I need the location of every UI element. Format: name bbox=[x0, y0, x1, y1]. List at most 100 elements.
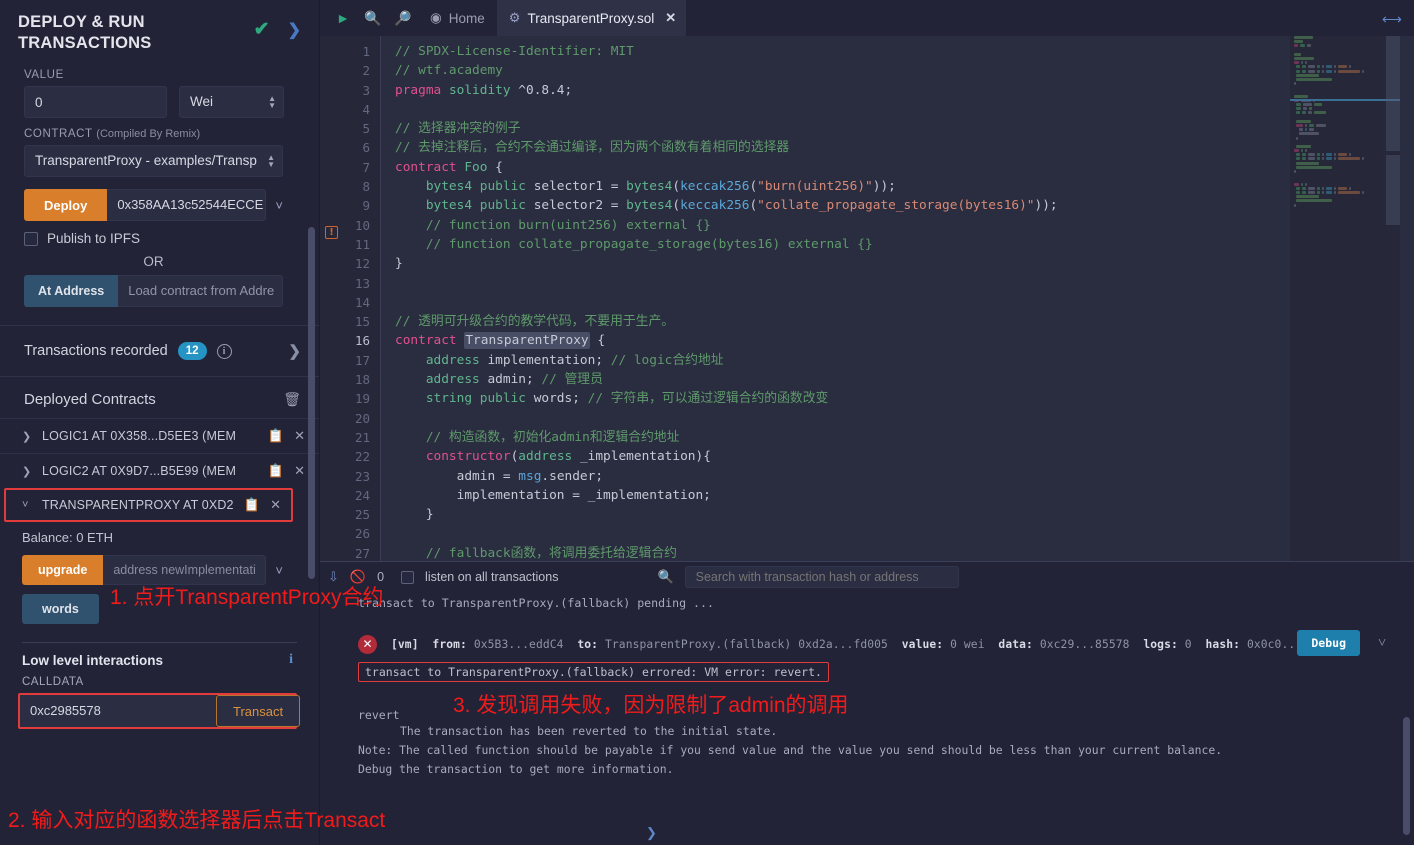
deployed-contract-item[interactable]: ❯ LOGIC1 AT 0X358...D5EE3 (MEM 📋 ✕ bbox=[0, 418, 319, 453]
upgrade-input[interactable]: address newImplementati bbox=[103, 555, 267, 586]
deployed-contracts-title: Deployed Contracts bbox=[24, 391, 156, 409]
chevron-double-down-icon[interactable]: ⇩ bbox=[328, 569, 339, 585]
minimap-line bbox=[1294, 44, 1400, 48]
code-line[interactable]: // wtf.academy bbox=[395, 61, 1414, 80]
chevron-right-icon[interactable]: ❯ bbox=[646, 825, 657, 841]
value-input[interactable] bbox=[24, 86, 167, 119]
publish-ipfs-row[interactable]: Publish to IPFS bbox=[0, 221, 319, 246]
transactions-recorded-row[interactable]: Transactions recorded 12 i ❯ bbox=[0, 326, 319, 378]
contract-select[interactable]: TransparentProxy - examples/Transp ▲ ▼ bbox=[24, 145, 283, 178]
main-area: ► 🔍 🔎 ◉ Home ⚙ TransparentProxy.sol ✕ ⟷ … bbox=[320, 0, 1414, 845]
contract-name: LOGIC2 AT 0X9D7...B5E99 (MEM bbox=[42, 464, 237, 479]
code-line[interactable]: address implementation; // logic合约地址 bbox=[395, 351, 1414, 370]
expand-horizontal-icon[interactable]: ⟷ bbox=[1382, 11, 1402, 28]
chevron-down-icon[interactable]: ˅ bbox=[22, 499, 32, 511]
calldata-input[interactable] bbox=[20, 695, 216, 728]
code-line[interactable]: // function burn(uint256) external {} bbox=[395, 216, 1414, 235]
error-marker-icon[interactable]: ! bbox=[325, 226, 338, 239]
zoom-in-icon[interactable]: 🔎 bbox=[388, 10, 418, 27]
code-line[interactable] bbox=[395, 409, 1414, 428]
unit-select[interactable]: Wei ▲ ▼ bbox=[179, 86, 284, 119]
code-line[interactable]: } bbox=[395, 254, 1414, 273]
close-icon[interactable]: ✕ bbox=[294, 428, 305, 444]
transaction-entry[interactable]: ✕ [vm] from: 0x5B3...eddC4 to: Transpare… bbox=[320, 630, 1414, 682]
remix-logo-icon: ◉ bbox=[430, 10, 442, 25]
tab-transparentproxy-sol[interactable]: ⚙ TransparentProxy.sol ✕ bbox=[496, 0, 687, 36]
sidebar-scrollbar[interactable] bbox=[308, 227, 315, 579]
copy-icon[interactable]: 📋 bbox=[244, 497, 260, 513]
code-line[interactable]: // 构造函数，初始化admin和逻辑合约地址 bbox=[395, 428, 1414, 447]
code-line[interactable]: contract Foo { bbox=[395, 158, 1414, 177]
code-line[interactable] bbox=[395, 293, 1414, 312]
deploy-button[interactable]: Deploy bbox=[24, 189, 108, 222]
close-icon[interactable]: ✕ bbox=[294, 463, 305, 479]
terminal-scrollbar[interactable] bbox=[1403, 717, 1410, 835]
chevron-right-icon[interactable]: ❯ bbox=[22, 465, 32, 478]
code-line[interactable]: // 去掉注释后，合约不会通过编译，因为两个函数有着相同的选择器 bbox=[395, 138, 1414, 157]
close-icon[interactable]: ✕ bbox=[270, 497, 281, 513]
code-line[interactable]: bytes4 public selector2 = bytes4(keccak2… bbox=[395, 196, 1414, 215]
chevron-right-icon[interactable]: ❯ bbox=[288, 20, 301, 40]
chevron-right-icon[interactable]: ❯ bbox=[22, 430, 32, 443]
code-line[interactable] bbox=[395, 274, 1414, 293]
minimap-line bbox=[1294, 208, 1400, 211]
publish-ipfs-checkbox[interactable] bbox=[24, 231, 38, 246]
minimap-line bbox=[1294, 203, 1400, 207]
code-line[interactable]: } bbox=[395, 505, 1414, 524]
code-line[interactable]: implementation = _implementation; bbox=[395, 486, 1414, 505]
minimap-line bbox=[1294, 190, 1400, 194]
at-address-input[interactable]: Load contract from Addre bbox=[118, 275, 283, 308]
code-line[interactable]: bytes4 public selector1 = bytes4(keccak2… bbox=[395, 177, 1414, 196]
tab-label: TransparentProxy.sol bbox=[527, 10, 655, 26]
code-line[interactable]: // function collate_propagate_storage(by… bbox=[395, 235, 1414, 254]
info-icon[interactable]: i bbox=[289, 652, 293, 668]
code-line[interactable] bbox=[395, 524, 1414, 543]
editor-minimap[interactable] bbox=[1290, 36, 1400, 561]
code-line[interactable]: pragma solidity ^0.8.4; bbox=[395, 81, 1414, 100]
debug-button[interactable]: Debug bbox=[1297, 630, 1360, 656]
chevron-down-icon[interactable]: ˅ bbox=[266, 198, 283, 213]
upgrade-button[interactable]: upgrade bbox=[22, 555, 104, 586]
or-separator: OR bbox=[143, 254, 164, 270]
search-icon[interactable]: 🔍 bbox=[657, 569, 673, 585]
value-label: value: bbox=[901, 638, 944, 651]
words-button[interactable]: words bbox=[22, 594, 99, 625]
copy-icon[interactable]: 📋 bbox=[268, 428, 284, 444]
listen-all-checkbox[interactable] bbox=[401, 570, 415, 584]
close-icon[interactable]: ✕ bbox=[665, 10, 676, 26]
code-line[interactable]: // SPDX-License-Identifier: MIT bbox=[395, 42, 1414, 61]
editor-gutter: ! 1 2 3 4 5 6 7 8 9 10 11 12 13 14 15 16 17 18 19 20 21 22 23 2… bbox=[320, 36, 380, 561]
info-icon[interactable]: i bbox=[216, 343, 232, 359]
code-editor[interactable]: ! 1 2 3 4 5 6 7 8 9 10 11 12 13 14 15 16 17 18 19 20 21 22 23 2… bbox=[320, 36, 1414, 561]
zoom-out-icon[interactable]: 🔍 bbox=[358, 10, 388, 27]
contract-label: CONTRACT (Compiled By Remix) bbox=[0, 118, 319, 145]
from-value: 0x5B3...eddC4 bbox=[473, 638, 564, 651]
deployed-contract-item-transparentproxy[interactable]: ˅ TRANSPARENTPROXY AT 0XD2 📋 ✕ bbox=[4, 488, 293, 523]
code-line[interactable]: address admin; // 管理员 bbox=[395, 370, 1414, 389]
chevron-right-icon[interactable]: ❯ bbox=[288, 342, 301, 360]
code-line[interactable] bbox=[395, 100, 1414, 119]
tab-home[interactable]: ◉ Home bbox=[418, 10, 497, 26]
code-line[interactable]: // fallback函数，将调用委托给逻辑合约 bbox=[395, 544, 1414, 561]
clear-console-icon[interactable]: 🚫 bbox=[350, 569, 366, 585]
deployed-contract-item[interactable]: ❯ LOGIC2 AT 0X9D7...B5E99 (MEM 📋 ✕ bbox=[0, 453, 319, 488]
trash-icon[interactable]: 🗑 bbox=[283, 391, 301, 408]
code-content[interactable]: // SPDX-License-Identifier: MIT// wtf.ac… bbox=[380, 36, 1414, 561]
code-line[interactable]: contract TransparentProxy { bbox=[395, 331, 1414, 350]
deploy-address-input[interactable]: 0x358AA13c52544ECCE bbox=[107, 189, 267, 222]
code-line[interactable]: // 透明可升级合约的教学代码，不要用于生产。 bbox=[395, 312, 1414, 331]
code-line[interactable]: admin = msg.sender; bbox=[395, 467, 1414, 486]
at-address-button[interactable]: At Address bbox=[24, 275, 119, 308]
code-line[interactable]: string public words; // 字符串，可以通过逻辑合约的函数改… bbox=[395, 389, 1414, 408]
terminal-search-input[interactable] bbox=[684, 566, 959, 588]
chevron-down-icon[interactable]: ˅ bbox=[266, 563, 283, 578]
play-icon[interactable]: ► bbox=[328, 10, 358, 26]
code-line[interactable]: // 选择器冲突的例子 bbox=[395, 119, 1414, 138]
transact-button[interactable]: Transact bbox=[216, 695, 301, 728]
code-line[interactable]: constructor(address _implementation){ bbox=[395, 447, 1414, 466]
chevron-down-icon[interactable]: ˅ bbox=[1378, 635, 1386, 652]
minimap-line bbox=[1294, 212, 1400, 215]
check-icon[interactable]: ✔ bbox=[254, 18, 270, 41]
copy-icon[interactable]: 📋 bbox=[268, 463, 284, 479]
balance-label: Balance: 0 ETH bbox=[22, 530, 114, 546]
